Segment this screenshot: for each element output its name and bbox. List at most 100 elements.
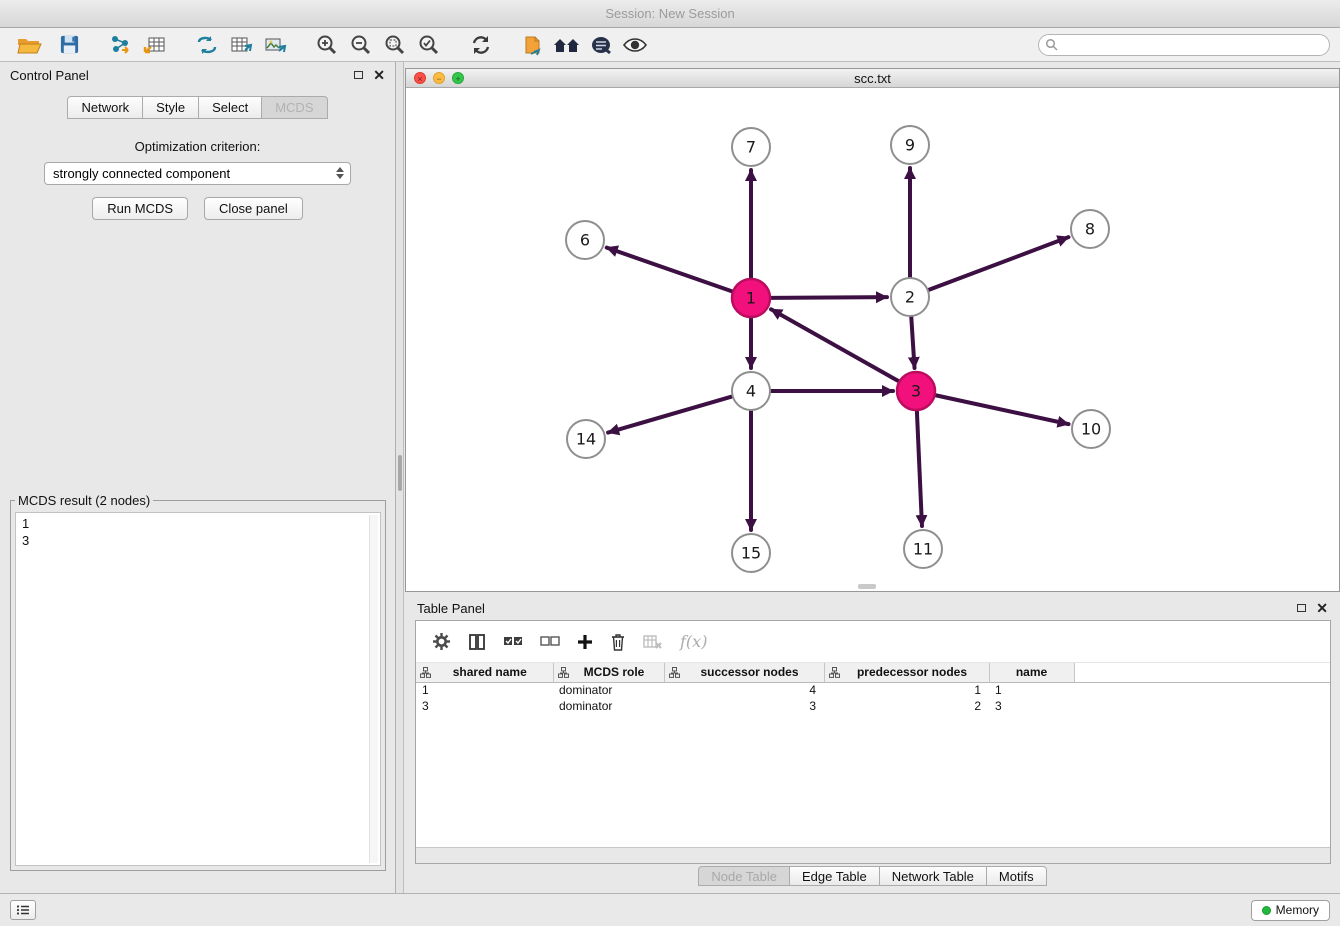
canvas-hscrollbar[interactable] [858, 584, 876, 589]
graph-node-1[interactable]: 1 [732, 279, 770, 317]
graph-node-7[interactable]: 7 [732, 128, 770, 166]
edge-4-14[interactable] [608, 397, 732, 433]
table-cell[interactable]: 3 [416, 698, 553, 714]
table-hscrollbar[interactable] [416, 847, 1330, 863]
col-mcds-role[interactable]: MCDS role [553, 663, 664, 682]
mcds-result-area[interactable]: 1 3 [15, 512, 381, 866]
col-successor-nodes[interactable]: successor nodes [664, 663, 824, 682]
task-history-button[interactable] [10, 900, 36, 920]
workspace-area: scc.txt × − + 7968124314101511 [404, 62, 1340, 893]
table-cell[interactable]: dominator [553, 698, 664, 714]
tab-select[interactable]: Select [199, 96, 262, 119]
save-session-button[interactable] [52, 31, 86, 59]
tab-mcds[interactable]: MCDS [262, 96, 327, 119]
edge-2-8[interactable] [929, 237, 1069, 290]
table-cell[interactable]: 3 [664, 698, 824, 714]
tab-network[interactable]: Network [67, 96, 143, 119]
table-frame: f(x) shared name MCDS role successor nod… [415, 620, 1331, 864]
tab-edge-table[interactable]: Edge Table [790, 866, 880, 886]
edge-2-3[interactable] [911, 317, 914, 368]
table-close-icon[interactable]: ✕ [1316, 601, 1328, 615]
select-all-columns-button[interactable] [503, 635, 523, 649]
tab-network-table[interactable]: Network Table [880, 866, 987, 886]
edge-3-10[interactable] [936, 395, 1069, 424]
svg-text:15: 15 [741, 544, 761, 563]
criterion-dropdown[interactable]: strongly connected component [44, 162, 351, 185]
zoom-out-button[interactable] [344, 31, 378, 59]
home-layout-button[interactable] [550, 31, 584, 59]
delete-column-button[interactable] [610, 633, 626, 651]
open-session-button[interactable] [12, 31, 46, 59]
graph-node-10[interactable]: 10 [1072, 410, 1110, 448]
unselect-all-columns-button[interactable] [540, 635, 560, 649]
graph-node-8[interactable]: 8 [1071, 210, 1109, 248]
close-panel-icon[interactable]: ✕ [373, 68, 385, 82]
edge-1-6[interactable] [607, 248, 732, 292]
table-cell[interactable]: 2 [824, 698, 989, 714]
col-predecessor-nodes[interactable]: predecessor nodes [824, 663, 989, 682]
edge-3-11[interactable] [917, 411, 922, 526]
table-float-icon[interactable] [1297, 604, 1306, 612]
col-name[interactable]: name [989, 663, 1074, 682]
search-input[interactable] [1059, 36, 1329, 54]
table-cell[interactable]: 1 [824, 682, 989, 698]
zoom-selected-button[interactable] [412, 31, 446, 59]
graph-node-3[interactable]: 3 [897, 372, 935, 410]
float-panel-icon[interactable] [354, 71, 363, 79]
table-settings-button[interactable] [432, 632, 451, 651]
network-graph[interactable]: 7 9 6 8 1 2 4 3 14 10 15 11 [406, 88, 1339, 591]
close-panel-button[interactable]: Close panel [204, 197, 303, 220]
table-cell[interactable]: 1 [416, 682, 553, 698]
apply-style-button[interactable] [584, 31, 618, 59]
table-cell[interactable]: 1 [989, 682, 1074, 698]
export-image-button[interactable] [258, 31, 292, 59]
result-scrollbar[interactable] [369, 515, 378, 863]
run-mcds-button[interactable]: Run MCDS [92, 197, 188, 220]
graph-node-2[interactable]: 2 [891, 278, 929, 316]
network-canvas[interactable]: 7 9 6 8 1 2 4 3 14 10 15 11 [406, 88, 1339, 591]
tab-style[interactable]: Style [143, 96, 199, 119]
delete-table-button[interactable] [643, 634, 663, 650]
show-columns-button[interactable] [468, 633, 486, 651]
graph-node-15[interactable]: 15 [732, 534, 770, 572]
fx-label: f(x) [680, 632, 707, 651]
function-builder-button[interactable]: f(x) [680, 632, 707, 651]
search-box[interactable] [1038, 34, 1330, 56]
show-graphics-details-button[interactable] [618, 31, 652, 59]
graph-node-14[interactable]: 14 [567, 420, 605, 458]
tab-motifs[interactable]: Motifs [987, 866, 1047, 886]
network-window: scc.txt × − + 7968124314101511 [405, 68, 1340, 592]
save-icon [59, 34, 80, 55]
zoom-in-button[interactable] [310, 31, 344, 59]
graph-node-6[interactable]: 6 [566, 221, 604, 259]
graph-node-9[interactable]: 9 [891, 126, 929, 164]
table-body-area[interactable] [416, 714, 1330, 847]
table-row[interactable]: 1dominator411 [416, 682, 1330, 698]
edge-3-1[interactable] [771, 309, 899, 381]
network-transfer-button[interactable] [190, 31, 224, 59]
divider-handle[interactable] [398, 455, 402, 491]
table-row[interactable]: 3dominator323 [416, 698, 1330, 714]
export-table-button[interactable] [224, 31, 258, 59]
graph-node-4[interactable]: 4 [732, 372, 770, 410]
zoom-out-icon [350, 34, 372, 56]
svg-text:14: 14 [576, 430, 596, 449]
create-column-button[interactable] [577, 634, 593, 650]
table-cell[interactable]: 3 [989, 698, 1074, 714]
edge-1-2[interactable] [771, 297, 887, 298]
table-cell[interactable]: 4 [664, 682, 824, 698]
graph-node-11[interactable]: 11 [904, 530, 942, 568]
import-table-button[interactable] [138, 31, 172, 59]
copy-style-button[interactable] [516, 31, 550, 59]
col-shared-name[interactable]: shared name [416, 663, 553, 682]
svg-text:6: 6 [580, 231, 590, 250]
zoom-fit-button[interactable] [378, 31, 412, 59]
import-network-button[interactable] [104, 31, 138, 59]
memory-status-icon [1262, 906, 1271, 915]
tab-node-table[interactable]: Node Table [698, 866, 790, 886]
svg-text:4: 4 [746, 382, 756, 401]
refresh-button[interactable] [464, 31, 498, 59]
table-cell[interactable]: dominator [553, 682, 664, 698]
optimization-criterion-label: Optimization criterion: [0, 139, 395, 154]
memory-button[interactable]: Memory [1251, 900, 1330, 921]
